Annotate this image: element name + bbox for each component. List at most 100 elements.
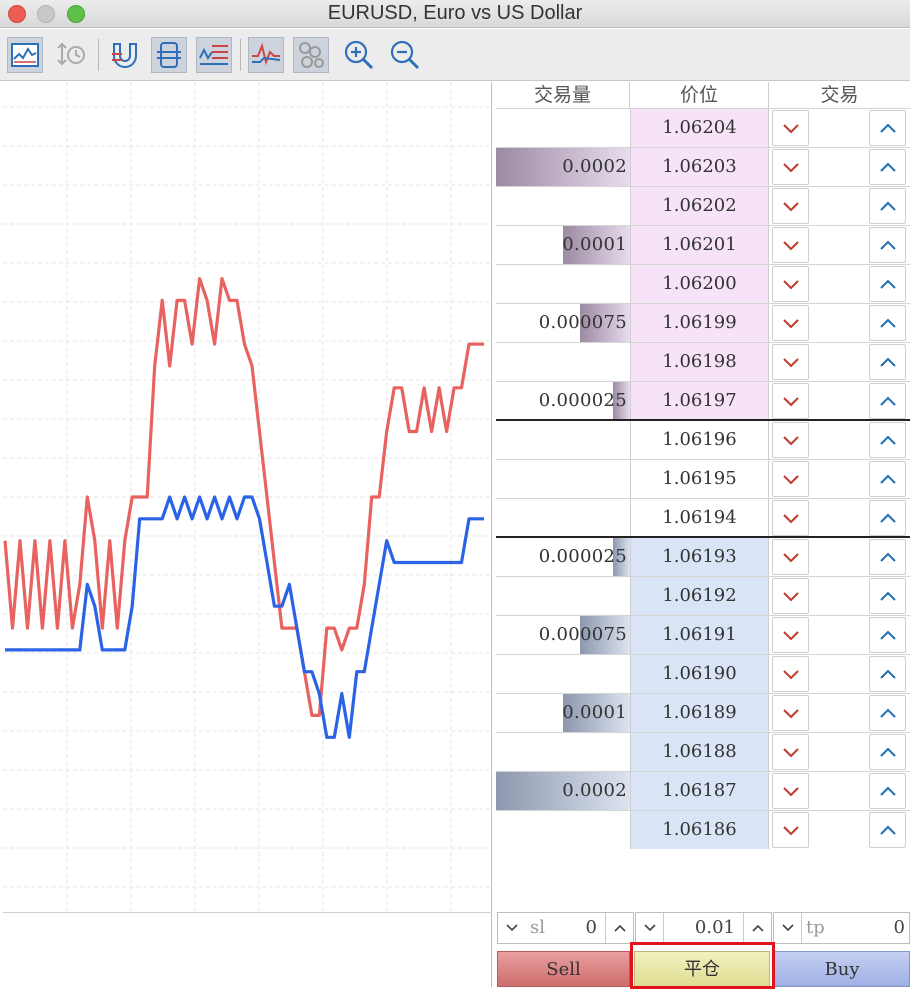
tp-field[interactable]: tp 0 <box>773 912 910 944</box>
sell-at-price-button[interactable] <box>772 617 809 653</box>
sl-decrease-icon[interactable] <box>498 913 526 943</box>
price-cell: 1.06197 <box>630 382 769 420</box>
sell-at-price-button[interactable] <box>772 266 809 302</box>
volume-cell: 0.0001 <box>496 226 630 264</box>
buy-at-price-button[interactable] <box>869 695 906 731</box>
chevron-up-icon <box>879 786 896 796</box>
zoom-in-icon[interactable] <box>341 37 377 73</box>
trade-header: 交易 <box>820 84 859 106</box>
buy-button[interactable]: Buy <box>774 951 910 987</box>
chart-icon[interactable] <box>7 37 43 73</box>
list-icon[interactable] <box>196 37 232 73</box>
lot-field[interactable]: 0.01 <box>635 912 772 944</box>
tick-chart[interactable] <box>3 82 492 987</box>
chevron-down-icon <box>782 241 799 251</box>
buy-at-price-button[interactable] <box>869 383 906 419</box>
tick-chart-icon[interactable] <box>248 37 284 73</box>
sell-at-price-button[interactable] <box>772 656 809 692</box>
volume-cell <box>496 655 630 693</box>
depth-icon[interactable] <box>151 37 187 73</box>
buy-at-price-button[interactable] <box>869 734 906 770</box>
highlight-box <box>630 942 775 989</box>
chevron-up-icon <box>879 630 896 640</box>
chevron-down-icon <box>782 280 799 290</box>
buy-at-price-button[interactable] <box>869 305 906 341</box>
tp-value[interactable]: 0 <box>894 913 905 943</box>
sell-at-price-button[interactable] <box>772 461 809 497</box>
buy-at-price-button[interactable] <box>869 344 906 380</box>
chevron-down-icon <box>782 319 799 329</box>
sl-field[interactable]: sl 0 <box>497 912 634 944</box>
buy-at-price-button[interactable] <box>869 656 906 692</box>
sell-at-price-button[interactable] <box>772 578 809 614</box>
sl-value[interactable]: 0 <box>586 913 597 943</box>
chevron-up-icon <box>879 123 896 133</box>
buy-at-price-button[interactable] <box>869 266 906 302</box>
chevron-up-icon <box>879 240 896 250</box>
sell-button[interactable]: Sell <box>497 951 630 987</box>
sl-placeholder: sl <box>530 917 545 938</box>
volume-header: 交易量 <box>496 82 630 108</box>
buy-at-price-button[interactable] <box>869 461 906 497</box>
lot-value[interactable]: 0.01 <box>695 913 735 943</box>
chevron-up-icon <box>879 591 896 601</box>
sell-at-price-button[interactable] <box>772 110 809 146</box>
sell-at-price-button[interactable] <box>772 227 809 263</box>
chevron-up-icon <box>879 669 896 679</box>
sl-increase-icon[interactable] <box>605 913 633 943</box>
sell-at-price-button[interactable] <box>772 734 809 770</box>
sell-at-price-button[interactable] <box>772 695 809 731</box>
volume-value: 0.0001 <box>562 702 627 723</box>
buy-at-price-button[interactable] <box>869 110 906 146</box>
volume-cell: 0.000025 <box>496 538 630 576</box>
volume-cell <box>496 460 630 498</box>
sell-at-price-button[interactable] <box>772 383 809 419</box>
buy-at-price-button[interactable] <box>869 422 906 458</box>
sell-at-price-button[interactable] <box>772 422 809 458</box>
buy-at-price-button[interactable] <box>869 149 906 185</box>
buy-at-price-button[interactable] <box>869 578 906 614</box>
dom-row: 0.0002 1.06203 <box>496 147 910 186</box>
sell-at-price-button[interactable] <box>772 500 809 536</box>
chevron-up-icon <box>879 279 896 289</box>
zoom-out-icon[interactable] <box>387 37 423 73</box>
chevron-down-icon <box>782 436 799 446</box>
chevron-up-icon <box>879 357 896 367</box>
buy-at-price-button[interactable] <box>869 500 906 536</box>
dom-row: 1.06198 <box>496 342 910 381</box>
buy-at-price-button[interactable] <box>869 188 906 224</box>
tp-decrease-icon[interactable] <box>774 913 802 943</box>
buy-at-price-button[interactable] <box>869 617 906 653</box>
buy-at-price-button[interactable] <box>869 227 906 263</box>
price-cell: 1.06198 <box>630 343 769 381</box>
price-cell: 1.06187 <box>630 772 769 810</box>
sell-at-price-button[interactable] <box>772 344 809 380</box>
buy-at-price-button[interactable] <box>869 812 906 848</box>
sell-at-price-button[interactable] <box>772 812 809 848</box>
volume-cell: 0.000075 <box>496 616 630 654</box>
magnet-icon[interactable] <box>106 37 142 73</box>
volume-cell <box>496 343 630 381</box>
buy-at-price-button[interactable] <box>869 773 906 809</box>
volume-cell: 0.000075 <box>496 304 630 342</box>
sell-at-price-button[interactable] <box>772 539 809 575</box>
buy-at-price-button[interactable] <box>869 539 906 575</box>
dom-row: 0.000025 1.06197 <box>496 381 910 420</box>
sell-at-price-button[interactable] <box>772 188 809 224</box>
sell-at-price-button[interactable] <box>772 149 809 185</box>
toolbar <box>0 29 910 81</box>
chevron-down-icon <box>782 592 799 602</box>
chevron-down-icon <box>782 787 799 797</box>
history-icon[interactable] <box>52 37 88 73</box>
price-cell: 1.06188 <box>630 733 769 771</box>
price-cell: 1.06189 <box>630 694 769 732</box>
lot-decrease-icon[interactable] <box>636 913 664 943</box>
dom-row: 0.000075 1.06191 <box>496 615 910 654</box>
bubbles-icon[interactable] <box>293 37 329 73</box>
chevron-up-icon <box>879 318 896 328</box>
chevron-up-icon <box>879 435 896 445</box>
sell-at-price-button[interactable] <box>772 305 809 341</box>
sell-at-price-button[interactable] <box>772 773 809 809</box>
lot-increase-icon[interactable] <box>743 913 771 943</box>
volume-cell <box>496 811 630 849</box>
